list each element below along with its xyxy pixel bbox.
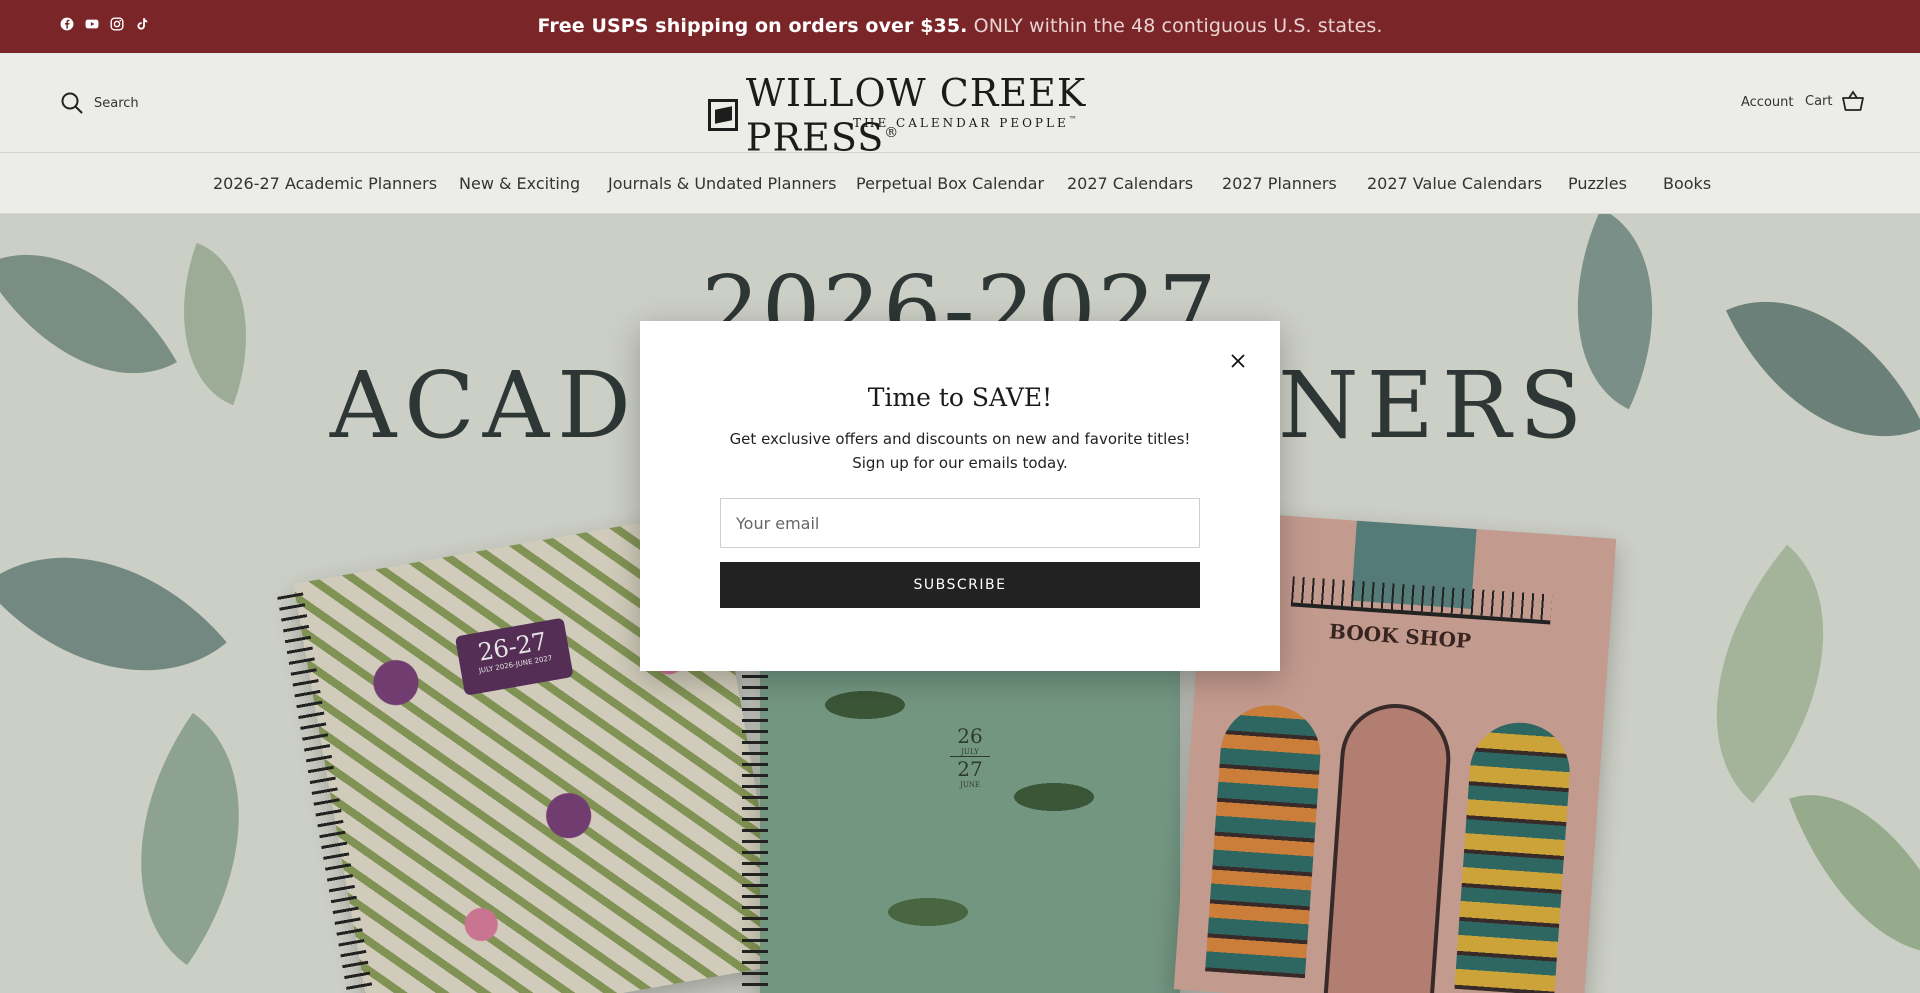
close-button[interactable] bbox=[1226, 349, 1250, 373]
announcement-rest: ONLY within the 48 contiguous U.S. state… bbox=[973, 15, 1383, 37]
book-logo-icon bbox=[708, 99, 738, 132]
cart-link[interactable]: Cart bbox=[1805, 89, 1865, 113]
nav-2027-planners[interactable]: 2027 Planners bbox=[1222, 174, 1337, 193]
shipping-announcement: Free USPS shipping on orders over $35. O… bbox=[0, 15, 1920, 37]
nav-2027-value-calendars[interactable]: 2027 Value Calendars bbox=[1367, 174, 1542, 193]
nav-books[interactable]: Books bbox=[1663, 174, 1711, 193]
subscribe-button[interactable]: SUBSCRIBE bbox=[720, 562, 1200, 608]
email-signup-modal: Time to SAVE! Get exclusive offers and d… bbox=[640, 321, 1280, 671]
modal-line-2: Sign up for our emails today. bbox=[852, 454, 1068, 472]
announcement-bar: Free USPS shipping on orders over $35. O… bbox=[0, 0, 1920, 53]
logo-subtitle: THE CALENDAR PEOPLE™ bbox=[853, 115, 1080, 130]
close-icon bbox=[1231, 354, 1245, 368]
main-navigation: 2026-27 Academic Planners New & Exciting… bbox=[0, 154, 1920, 214]
nav-perpetual-box-calendar[interactable]: Perpetual Box Calendar bbox=[856, 174, 1044, 193]
nav-puzzles[interactable]: Puzzles bbox=[1568, 174, 1627, 193]
site-logo[interactable]: WILLOW CREEK PRESS® THE CALENDAR PEOPLE™ bbox=[708, 73, 1212, 158]
announcement-bold: Free USPS shipping on orders over $35. bbox=[537, 15, 968, 37]
cart-label: Cart bbox=[1805, 93, 1833, 109]
nav-2027-calendars[interactable]: 2027 Calendars bbox=[1067, 174, 1193, 193]
search-button[interactable]: Search bbox=[60, 91, 139, 115]
modal-line-1: Get exclusive offers and discounts on ne… bbox=[729, 430, 1191, 448]
basket-icon bbox=[1841, 90, 1864, 111]
nav-journals[interactable]: Journals & Undated Planners bbox=[608, 174, 836, 193]
modal-description: Get exclusive offers and discounts on ne… bbox=[640, 427, 1280, 475]
account-link[interactable]: Account bbox=[1741, 95, 1794, 110]
email-field[interactable] bbox=[720, 498, 1200, 548]
search-icon bbox=[61, 92, 83, 114]
nav-new-exciting[interactable]: New & Exciting bbox=[459, 174, 580, 193]
modal-title: Time to SAVE! bbox=[867, 383, 1053, 412]
search-label: Search bbox=[94, 95, 139, 111]
nav-academic-planners[interactable]: 2026-27 Academic Planners bbox=[213, 174, 437, 193]
site-header: Search WILLOW CREEK PRESS® THE CALENDAR … bbox=[0, 53, 1920, 158]
